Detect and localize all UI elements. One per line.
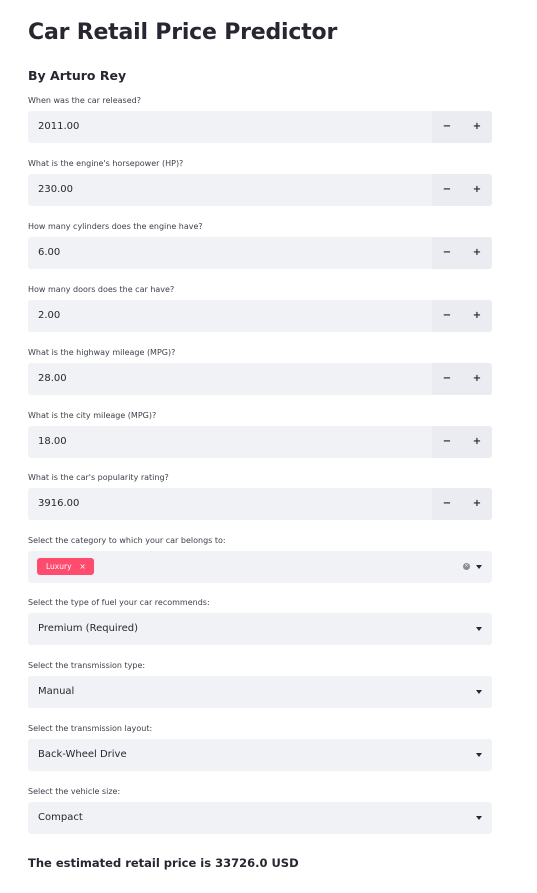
estimated-price-result: The estimated retail price is 33726.0 US… xyxy=(28,856,299,870)
transmission-layout-select[interactable]: Back-Wheel Drive xyxy=(28,739,492,771)
fuel-type-label: Select the type of fuel your car recomme… xyxy=(28,598,210,607)
vehicle-size-select[interactable]: Compact xyxy=(28,802,492,834)
chevron-down-icon[interactable] xyxy=(476,753,482,757)
fuel-type-value: Premium (Required) xyxy=(38,623,138,634)
decrement-button[interactable]: − xyxy=(432,363,462,395)
increment-button[interactable]: + xyxy=(462,237,492,269)
cylinders-value[interactable]: 6.00 xyxy=(38,237,60,269)
increment-button[interactable]: + xyxy=(462,426,492,458)
release-year-input[interactable]: 2011.00 − + xyxy=(28,111,492,143)
cylinders-label: How many cylinders does the engine have? xyxy=(28,222,203,231)
decrement-button[interactable]: − xyxy=(432,300,462,332)
doors-label: How many doors does the car have? xyxy=(28,285,175,294)
chevron-down-icon[interactable] xyxy=(476,627,482,631)
release-year-value[interactable]: 2011.00 xyxy=(38,111,79,143)
popularity-input[interactable]: 3916.00 − + xyxy=(28,488,492,520)
increment-button[interactable]: + xyxy=(462,488,492,520)
chevron-down-icon[interactable] xyxy=(476,816,482,820)
popularity-value[interactable]: 3916.00 xyxy=(38,488,79,520)
release-year-stepper: − + xyxy=(432,111,492,143)
release-year-label: When was the car released? xyxy=(28,96,141,105)
decrement-button[interactable]: − xyxy=(432,426,462,458)
city-mpg-stepper: − + xyxy=(432,426,492,458)
increment-button[interactable]: + xyxy=(462,174,492,206)
popularity-stepper: − + xyxy=(432,488,492,520)
transmission-layout-value: Back-Wheel Drive xyxy=(38,749,127,760)
doors-value[interactable]: 2.00 xyxy=(38,300,60,332)
transmission-type-value: Manual xyxy=(38,686,75,697)
page-title: Car Retail Price Predictor xyxy=(28,20,338,45)
doors-stepper: − + xyxy=(432,300,492,332)
decrement-button[interactable]: − xyxy=(432,174,462,206)
increment-button[interactable]: + xyxy=(462,300,492,332)
increment-button[interactable]: + xyxy=(462,111,492,143)
city-mpg-value[interactable]: 18.00 xyxy=(38,426,67,458)
transmission-layout-label: Select the transmission layout: xyxy=(28,724,153,733)
highway-mpg-value[interactable]: 28.00 xyxy=(38,363,67,395)
chevron-down-icon[interactable] xyxy=(476,690,482,694)
category-multiselect[interactable]: Luxury × × xyxy=(28,551,492,583)
category-tag-luxury: Luxury × xyxy=(37,558,94,575)
decrement-button[interactable]: − xyxy=(432,237,462,269)
horsepower-label: What is the engine's horsepower (HP)? xyxy=(28,159,184,168)
popularity-label: What is the car's popularity rating? xyxy=(28,473,169,482)
author-subtitle: By Arturo Rey xyxy=(28,68,127,83)
horsepower-stepper: − + xyxy=(432,174,492,206)
transmission-type-select[interactable]: Manual xyxy=(28,676,492,708)
increment-button[interactable]: + xyxy=(462,363,492,395)
doors-input[interactable]: 2.00 − + xyxy=(28,300,492,332)
city-mpg-label: What is the city mileage (MPG)? xyxy=(28,411,157,420)
highway-mpg-stepper: − + xyxy=(432,363,492,395)
fuel-type-select[interactable]: Premium (Required) xyxy=(28,613,492,645)
highway-mpg-input[interactable]: 28.00 − + xyxy=(28,363,492,395)
vehicle-size-value: Compact xyxy=(38,812,83,823)
tag-remove-icon[interactable]: × xyxy=(80,562,86,571)
vehicle-size-label: Select the vehicle size: xyxy=(28,787,121,796)
cylinders-input[interactable]: 6.00 − + xyxy=(28,237,492,269)
chevron-down-icon[interactable] xyxy=(476,565,482,569)
tag-label: Luxury xyxy=(46,562,72,571)
horsepower-value[interactable]: 230.00 xyxy=(38,174,73,206)
clear-icon[interactable]: × xyxy=(463,563,470,570)
city-mpg-input[interactable]: 18.00 − + xyxy=(28,426,492,458)
highway-mpg-label: What is the highway mileage (MPG)? xyxy=(28,348,176,357)
decrement-button[interactable]: − xyxy=(432,488,462,520)
transmission-type-label: Select the transmission type: xyxy=(28,661,146,670)
cylinders-stepper: − + xyxy=(432,237,492,269)
horsepower-input[interactable]: 230.00 − + xyxy=(28,174,492,206)
decrement-button[interactable]: − xyxy=(432,111,462,143)
category-label: Select the category to which your car be… xyxy=(28,536,226,545)
